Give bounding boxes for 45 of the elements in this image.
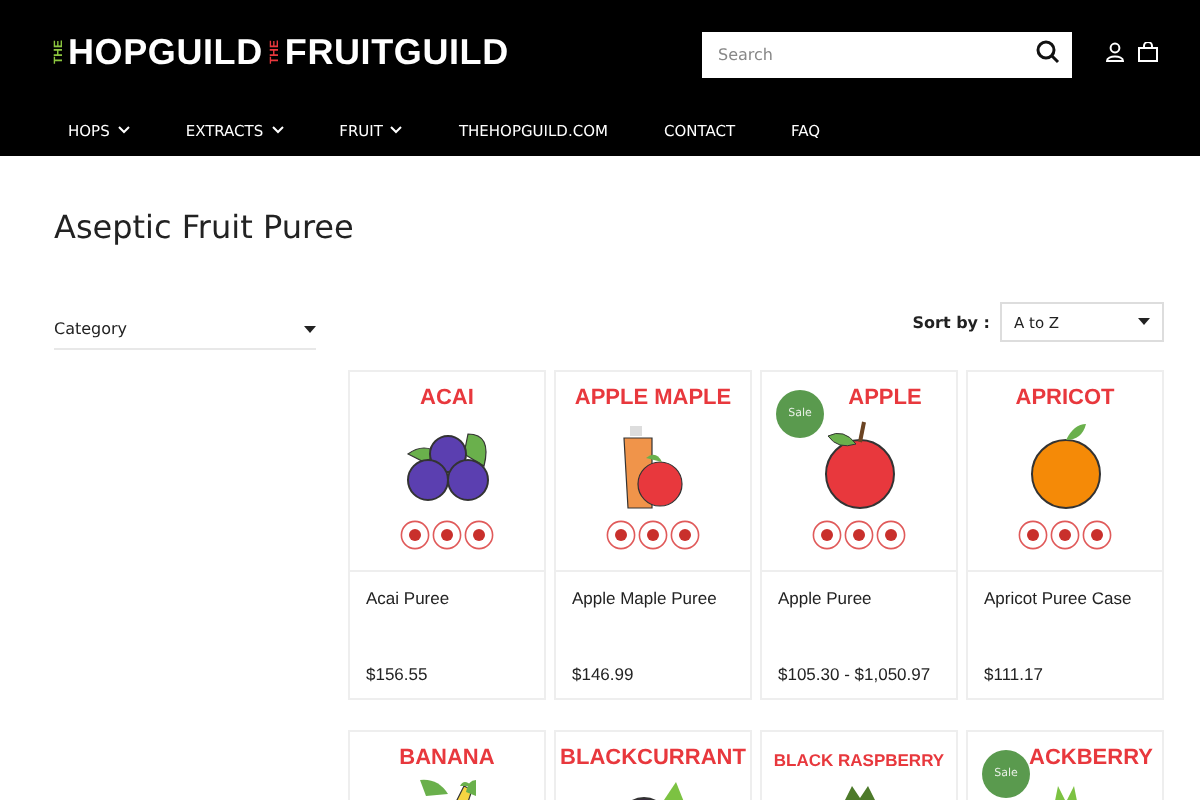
product-name[interactable]: Apple Puree (778, 588, 944, 608)
product-card[interactable]: ACAI Acai Puree $156.55 (348, 370, 546, 700)
product-image-label: BANANA (399, 746, 495, 770)
product-price: $111.17 (984, 664, 1045, 684)
product-price: $105.30 - $1,050.97 (778, 664, 933, 684)
sort-label: Sort by : (912, 313, 990, 331)
product-card[interactable]: BLACK RASPBERRY (760, 730, 958, 800)
certification-icon (1082, 520, 1112, 550)
product-card[interactable]: BLACKCURRANT (554, 730, 752, 800)
certification-icon (812, 520, 842, 550)
category-filter[interactable]: Category (54, 310, 316, 350)
certification-icon (400, 520, 430, 550)
search-field[interactable]: Search (702, 31, 1072, 77)
logo-text[interactable]: FRUITGUILD (284, 31, 509, 73)
account-icon[interactable] (1106, 42, 1124, 62)
product-image-label: APRICOT (1015, 386, 1115, 410)
product-image-label: APPLE (846, 386, 922, 410)
product-image-label: APPLE MAPLE (574, 386, 732, 410)
product-name[interactable]: Apple Maple Puree (572, 588, 738, 608)
product-card[interactable]: APPLE MAPLE Apple Maple Puree $146.99 (554, 370, 752, 700)
logo-text[interactable]: HOPGUILD (68, 31, 263, 73)
certification-icon (876, 520, 906, 550)
certification-icon (844, 520, 874, 550)
page-title: Aseptic Fruit Puree (54, 208, 356, 246)
product-image-label: BLACKCURRANT (560, 746, 746, 770)
product-image-label: ACAI (420, 386, 474, 410)
product-price: $146.99 (572, 664, 636, 684)
certification-icon (1018, 520, 1048, 550)
certification-icon (638, 520, 668, 550)
certification-icon (464, 520, 494, 550)
product-card[interactable]: BANANA (348, 730, 546, 800)
caret-icon (1138, 318, 1150, 326)
product-name[interactable]: Apricot Puree Case (984, 588, 1150, 608)
search-icon[interactable] (1036, 40, 1060, 64)
product-price: $156.55 (366, 664, 430, 684)
product-card[interactable]: APRICOT Apricot Puree Case $111.17 (966, 370, 1164, 700)
caret-icon (304, 325, 316, 333)
certification-icon (432, 520, 462, 550)
product-image-label: BLACK RASPBERRY (773, 750, 945, 770)
certification-icon (670, 520, 700, 550)
shopping-bag-icon[interactable] (1138, 42, 1158, 62)
certification-icon (606, 520, 636, 550)
product-name[interactable]: Acai Puree (366, 588, 532, 608)
certification-icon (1050, 520, 1080, 550)
product-image-label: ACKBERRY (1027, 746, 1153, 770)
